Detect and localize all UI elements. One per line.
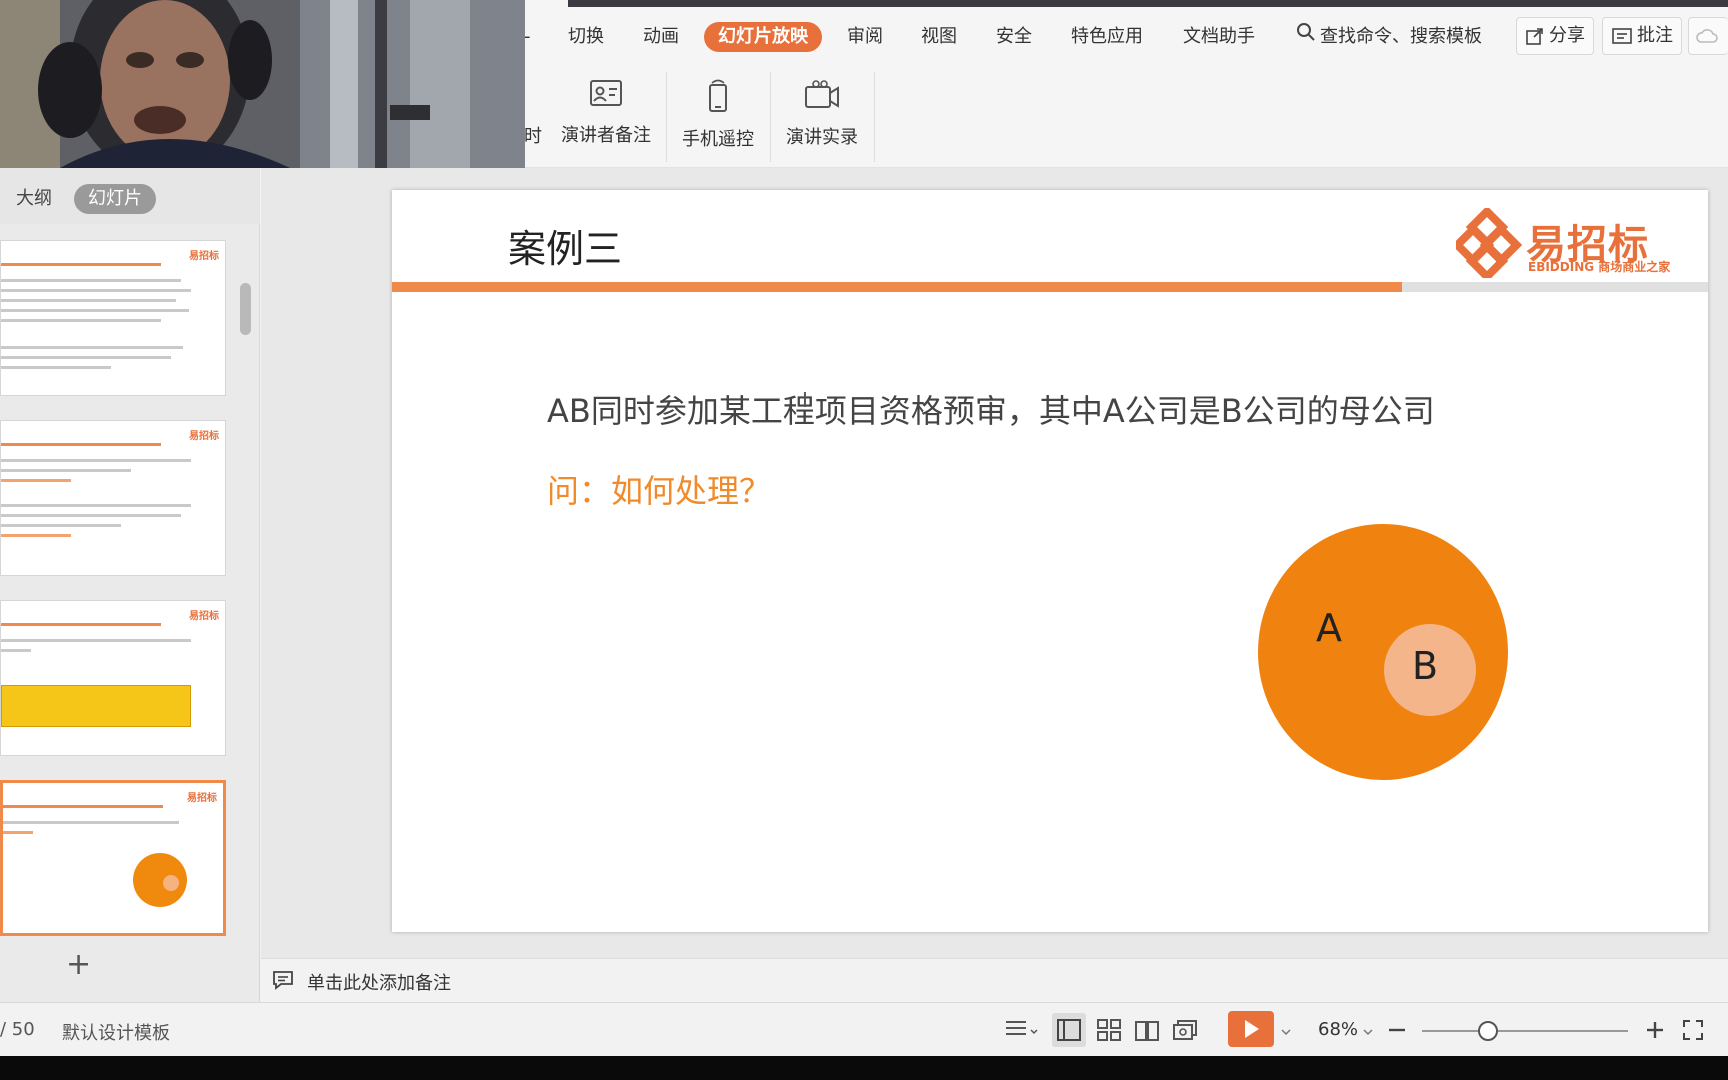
brand-subtitle: EBIDDING 商场商业之家 (1528, 260, 1671, 274)
slide-thumbnail-pane: 大纲 幻灯片 易招标 易招标 易招标 易招标 + (0, 168, 260, 1002)
thumbnail-circle-a (133, 853, 187, 907)
notes-placeholder: 单击此处添加备注 (307, 973, 451, 994)
pane-tab-bar: 大纲 幻灯片 (0, 168, 260, 224)
speaker-notes-label: 演讲者备注 (561, 125, 651, 146)
screen-bottom-edge (0, 1056, 1728, 1080)
share-label: 分享 (1549, 25, 1585, 46)
play-icon (1245, 1020, 1259, 1038)
template-name[interactable]: 默认设计模板 (62, 1019, 170, 1045)
webcam-overlay (0, 0, 525, 168)
share-icon (1526, 28, 1543, 45)
thumbnail-logo: 易招标 (189, 431, 219, 442)
thumbnail-text-lines (1, 639, 191, 659)
notes-bar[interactable]: 单击此处添加备注 (261, 958, 1728, 1002)
thumbnail-bar (1, 263, 161, 266)
search-icon (1296, 22, 1316, 52)
phone-remote-label: 手机遥控 (682, 129, 754, 150)
tab-slides[interactable]: 幻灯片 (74, 184, 156, 214)
thumbnail-text-lines (3, 821, 193, 841)
thumbnail-logo: 易招标 (189, 611, 219, 622)
toolbar-separator (770, 72, 771, 162)
page-count: / 50 (0, 1019, 35, 1040)
reading-view-icon[interactable] (1134, 1017, 1160, 1047)
record-video-label: 演讲实录 (786, 127, 858, 148)
thumbnail-highlight-box (1, 685, 191, 727)
tab-view[interactable]: 视图 (921, 22, 957, 52)
circle-a-label: A (1316, 606, 1342, 650)
slide-thumbnail-selected[interactable]: 易招标 (0, 780, 226, 936)
presentation-app-window: - 切换 动画 幻灯片放映 审阅 视图 安全 特色应用 文档助手 查找命令、搜索… (0, 0, 1728, 1056)
title-underline-grey (1402, 282, 1708, 292)
thumbnail-scrollbar[interactable] (240, 283, 251, 335)
zoom-in-icon[interactable] (1644, 1019, 1666, 1045)
title-strip (568, 0, 1728, 7)
slide-thumbnail[interactable]: 易招标 (0, 240, 226, 396)
zoom-slider-knob[interactable] (1477, 1021, 1498, 1041)
thumbnail-logo: 易招标 (187, 793, 217, 804)
phone-remote-icon (678, 78, 758, 119)
slide-sorter-icon[interactable] (1096, 1017, 1122, 1047)
tab-doc-assistant[interactable]: 文档助手 (1183, 22, 1255, 52)
chevron-down-icon[interactable] (1362, 1023, 1374, 1042)
status-bar: / 50 默认设计模板 68% (0, 1002, 1728, 1056)
tab-outline[interactable]: 大纲 (16, 184, 52, 210)
notes-toggle-icon[interactable] (1004, 1017, 1040, 1047)
tab-slideshow[interactable]: 幻灯片放映 (704, 22, 822, 52)
comment-icon (1612, 28, 1632, 44)
thumbnail-logo: 易招标 (189, 251, 219, 262)
search-command-box[interactable]: 查找命令、搜索模板 (1296, 22, 1482, 52)
title-underline-orange (392, 282, 1402, 292)
normal-view-icon (1057, 1019, 1081, 1041)
thumbnail-text-lines (1, 279, 191, 376)
zoom-out-icon[interactable] (1386, 1019, 1408, 1045)
thumbnail-circle-b (163, 875, 179, 891)
slide-case-text[interactable]: AB同时参加某工程项目资格预审，其中A公司是B公司的母公司 (547, 386, 1435, 432)
presenter-view-icon[interactable] (1172, 1017, 1200, 1047)
thumbnail-text-lines (1, 459, 191, 544)
share-button[interactable]: 分享 (1516, 17, 1594, 55)
play-slideshow-button[interactable] (1228, 1011, 1274, 1047)
circle-b-label: B (1412, 644, 1439, 688)
toolbar-separator (666, 72, 667, 162)
speaker-notes-icon (560, 78, 652, 115)
phone-remote-button[interactable]: 手机遥控 (678, 78, 758, 158)
slide-thumbnail[interactable]: 易招标 (0, 420, 226, 576)
webcam-video-image (0, 0, 525, 168)
tab-security[interactable]: 安全 (996, 22, 1032, 52)
search-command-label: 查找命令、搜索模板 (1320, 26, 1482, 47)
thumbnail-bar (1, 443, 161, 446)
current-slide[interactable]: 案例三 易招标 EBIDDING 商场商业之家 AB同时参加某工程项目资格预审，… (392, 190, 1708, 932)
slide-title[interactable]: 案例三 (508, 218, 622, 273)
speaker-notes-button[interactable]: 演讲者备注 (560, 78, 652, 158)
notes-icon (271, 969, 295, 995)
brand-logo: 易招标 EBIDDING 商场商业之家 (1451, 205, 1686, 283)
slide-thumbnail[interactable]: 易招标 (0, 600, 226, 756)
comment-button[interactable]: 批注 (1602, 17, 1682, 55)
toolbar-separator (874, 72, 875, 162)
add-slide-button[interactable]: + (66, 950, 91, 980)
thumbnail-bar (1, 623, 161, 626)
cloud-icon (1696, 29, 1718, 43)
chevron-down-icon[interactable] (1280, 1023, 1292, 1042)
comment-label: 批注 (1637, 25, 1673, 46)
normal-view-button[interactable] (1052, 1013, 1086, 1047)
partial-tool-label[interactable]: 时 (524, 122, 542, 148)
brand-diamond-icon (1451, 205, 1523, 283)
zoom-slider-track[interactable] (1422, 1030, 1628, 1032)
tab-review[interactable]: 审阅 (847, 22, 883, 52)
text-cursor-icon: I (802, 388, 808, 412)
fit-window-icon[interactable] (1682, 1019, 1704, 1045)
cloud-button[interactable] (1688, 17, 1728, 55)
tab-special-apps[interactable]: 特色应用 (1071, 22, 1143, 52)
tab-animation[interactable]: 动画 (643, 22, 679, 52)
zoom-level[interactable]: 68% (1318, 1019, 1358, 1040)
record-video-button[interactable]: 演讲实录 (782, 78, 862, 158)
record-video-icon (782, 78, 862, 117)
tab-transition[interactable]: 切换 (568, 22, 604, 52)
slide-question-text[interactable]: 问：如何处理？ (547, 466, 771, 512)
thumbnail-bar (3, 805, 163, 808)
